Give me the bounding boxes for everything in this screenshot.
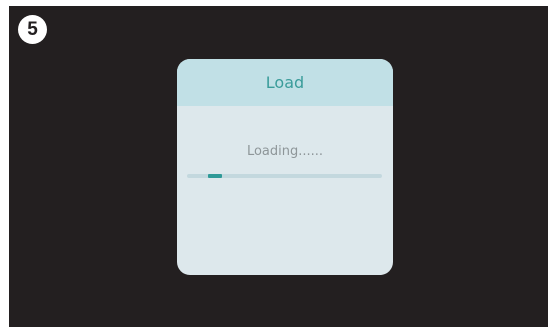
dialog-title: Load — [265, 73, 305, 92]
step-number-badge: 5 — [18, 15, 47, 44]
load-dialog: Load Loading...... — [177, 59, 393, 275]
loading-status-text: Loading...... — [246, 144, 324, 159]
progress-bar-fill — [208, 174, 222, 178]
illustration-frame: 5 Load Loading...... — [0, 0, 553, 327]
progress-bar — [187, 174, 382, 178]
dialog-header: Load — [177, 59, 393, 106]
